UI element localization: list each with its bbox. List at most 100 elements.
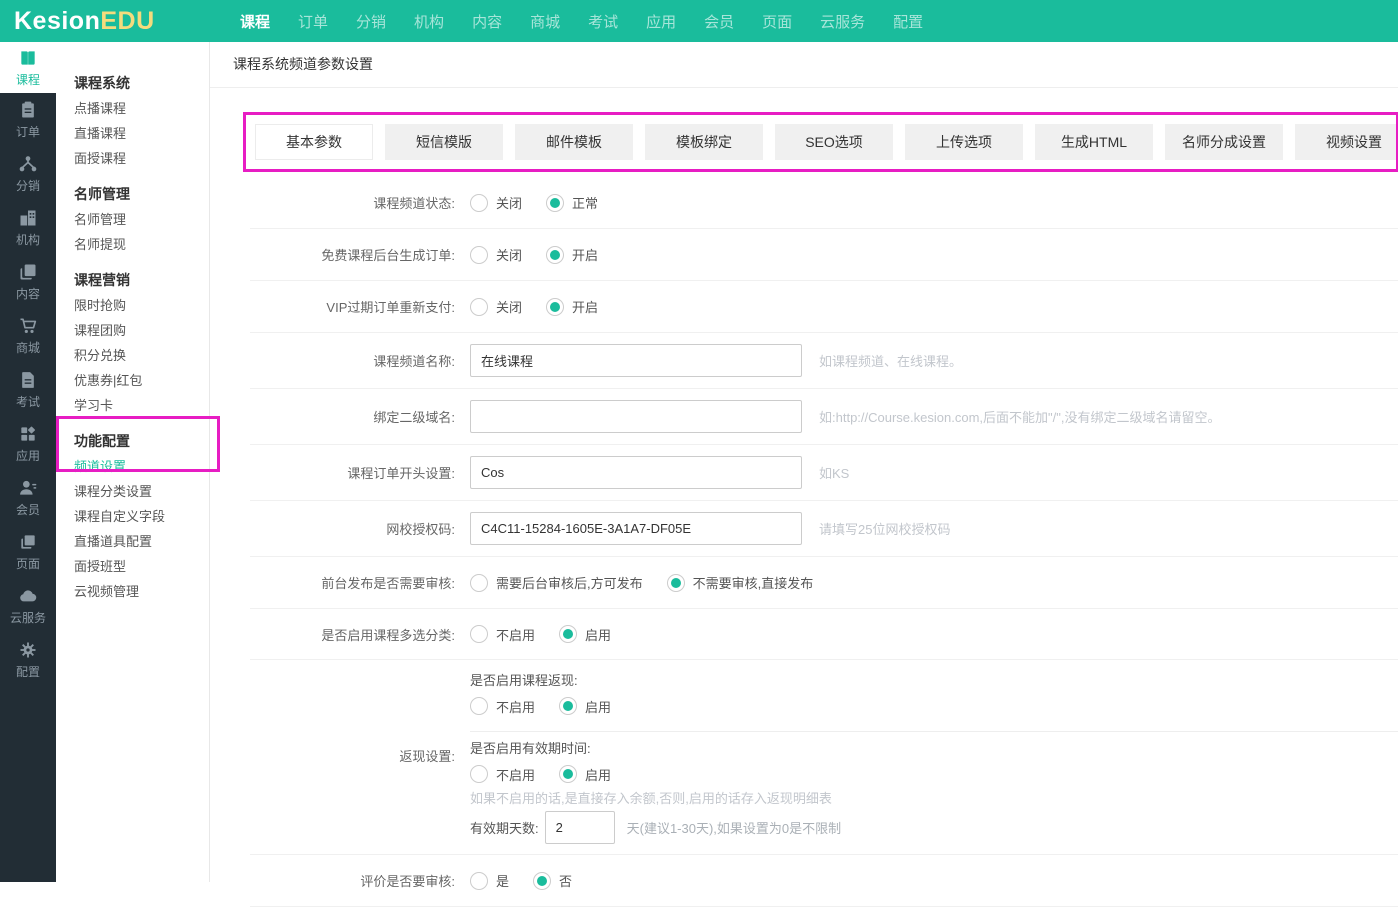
tab[interactable]: 基本参数 xyxy=(255,124,373,160)
radio-option[interactable]: 开启 xyxy=(546,245,598,264)
radio-icon[interactable] xyxy=(470,625,488,643)
sidebar-entry[interactable]: 课程团购 xyxy=(56,318,209,343)
rail-item-distribution[interactable]: 分销 xyxy=(0,147,56,201)
sidebar-entry[interactable]: 功能配置 xyxy=(56,429,209,454)
rail-item-exam[interactable]: 考试 xyxy=(0,363,56,417)
radio-option[interactable]: 不启用 xyxy=(470,765,535,784)
rail-item-pages[interactable]: 页面 xyxy=(0,525,56,579)
expiry-days-input[interactable] xyxy=(545,811,615,844)
radio-icon[interactable] xyxy=(559,765,577,783)
tab[interactable]: 邮件模板 xyxy=(515,124,633,160)
rail-item-content[interactable]: 内容 xyxy=(0,255,56,309)
radio-option[interactable]: 不启用 xyxy=(470,625,535,644)
sidebar-entry[interactable]: 学习卡 xyxy=(56,393,209,418)
sidebar-entry[interactable]: 课程营销 xyxy=(56,268,209,293)
subdomain-input[interactable] xyxy=(470,400,802,433)
radio-option[interactable]: 不需要审核,直接发布 xyxy=(667,573,814,592)
radio-icon[interactable] xyxy=(546,298,564,316)
radio-option[interactable]: 启用 xyxy=(559,625,611,644)
sidebar-entry[interactable]: 限时抢购 xyxy=(56,293,209,318)
field-label: 评价是否要审核: xyxy=(250,871,455,890)
radio-option[interactable]: 否 xyxy=(533,871,572,890)
top-menu-item[interactable]: 课程 xyxy=(240,11,270,32)
radio-icon[interactable] xyxy=(470,697,488,715)
radio-icon[interactable] xyxy=(559,625,577,643)
radio-option[interactable]: 关闭 xyxy=(470,297,522,316)
tab[interactable]: 模板绑定 xyxy=(645,124,763,160)
rail-item-label: 云服务 xyxy=(10,609,46,626)
sidebar-entry[interactable]: 直播课程 xyxy=(56,121,209,146)
radio-option[interactable]: 需要后台审核后,方可发布 xyxy=(470,573,643,592)
radio-option[interactable]: 开启 xyxy=(546,297,598,316)
radio-icon[interactable] xyxy=(470,574,488,592)
radio-option[interactable]: 启用 xyxy=(559,765,611,784)
sidebar-entry[interactable]: 频道设置 xyxy=(56,454,209,479)
order-prefix-input[interactable] xyxy=(470,456,802,489)
top-menu-item[interactable]: 云服务 xyxy=(820,11,865,32)
sidebar-entry[interactable]: 名师管理 xyxy=(56,207,209,232)
rail-item-orders[interactable]: 订单 xyxy=(0,93,56,147)
sidebar-entry[interactable]: 云视频管理 xyxy=(56,579,209,604)
rail-item-apps[interactable]: 应用 xyxy=(0,417,56,471)
tab[interactable]: 上传选项 xyxy=(905,124,1023,160)
radio-option[interactable]: 是 xyxy=(470,871,509,890)
channel-name-input[interactable] xyxy=(470,344,802,377)
tab[interactable]: 视频设置 xyxy=(1295,124,1398,160)
sidebar-entry[interactable]: 积分兑换 xyxy=(56,343,209,368)
radio-option[interactable]: 正常 xyxy=(546,193,598,212)
brand-logo[interactable]: KesionEDU xyxy=(14,0,155,42)
radio-icon[interactable] xyxy=(470,765,488,783)
top-menu-item[interactable]: 订单 xyxy=(298,11,328,32)
cloud-icon xyxy=(18,586,38,606)
radio-option[interactable]: 不启用 xyxy=(470,697,535,716)
tab[interactable]: 短信模版 xyxy=(385,124,503,160)
sidebar-entry[interactable]: 课程分类设置 xyxy=(56,479,209,504)
radio-icon[interactable] xyxy=(546,246,564,264)
top-menu-item[interactable]: 页面 xyxy=(762,11,792,32)
radio-icon[interactable] xyxy=(559,697,577,715)
radio-option[interactable]: 启用 xyxy=(559,697,611,716)
sidebar-entry[interactable]: 直播道具配置 xyxy=(56,529,209,554)
top-menu-item[interactable]: 机构 xyxy=(414,11,444,32)
top-menu-item[interactable]: 商城 xyxy=(530,11,560,32)
radio-icon[interactable] xyxy=(533,872,551,890)
sidebar-entry[interactable]: 课程自定义字段 xyxy=(56,504,209,529)
radio-icon[interactable] xyxy=(667,574,685,592)
publish-audit-radio-group: 需要后台审核后,方可发布 不需要审核,直接发布 xyxy=(455,573,1398,592)
top-menu-item[interactable]: 考试 xyxy=(588,11,618,32)
radio-icon[interactable] xyxy=(470,298,488,316)
rail-item-courses[interactable]: 课程 xyxy=(0,42,56,93)
review-audit-radio-group: 是否 xyxy=(455,871,1398,890)
rail-item-mall[interactable]: 商城 xyxy=(0,309,56,363)
radio-icon[interactable] xyxy=(470,194,488,212)
sidebar-entry[interactable]: 点播课程 xyxy=(56,96,209,121)
sidebar-entry[interactable]: 名师管理 xyxy=(56,182,209,207)
rail-item-member[interactable]: 会员 xyxy=(0,471,56,525)
sidebar-entry[interactable]: 名师提现 xyxy=(56,232,209,257)
expiry-days-label: 有效期天数: xyxy=(470,818,539,837)
top-menu-item[interactable]: 分销 xyxy=(356,11,386,32)
sidebar-entry[interactable]: 面授课程 xyxy=(56,146,209,171)
rail-item-config[interactable]: 配置 xyxy=(0,633,56,687)
tab[interactable]: 名师分成设置 xyxy=(1165,124,1283,160)
tab[interactable]: 生成HTML xyxy=(1035,124,1153,160)
sidebar-entry[interactable]: 课程系统 xyxy=(56,71,209,96)
tab[interactable]: SEO选项 xyxy=(775,124,893,160)
top-menu-item[interactable]: 会员 xyxy=(704,11,734,32)
cart-icon xyxy=(18,316,38,336)
rail-item-cloud[interactable]: 云服务 xyxy=(0,579,56,633)
license-code-input[interactable] xyxy=(470,512,802,545)
radio-option[interactable]: 关闭 xyxy=(470,193,522,212)
sidebar-entry[interactable]: 优惠券|红包 xyxy=(56,368,209,393)
radio-icon[interactable] xyxy=(546,194,564,212)
radio-icon[interactable] xyxy=(470,246,488,264)
radio-option[interactable]: 关闭 xyxy=(470,245,522,264)
rail-item-institution[interactable]: 机构 xyxy=(0,201,56,255)
rail-item-label: 机构 xyxy=(16,231,40,248)
top-menu-item[interactable]: 配置 xyxy=(893,11,923,32)
rail-item-label: 内容 xyxy=(16,285,40,302)
top-menu-item[interactable]: 应用 xyxy=(646,11,676,32)
radio-icon[interactable] xyxy=(470,872,488,890)
sidebar-entry[interactable]: 面授班型 xyxy=(56,554,209,579)
top-menu-item[interactable]: 内容 xyxy=(472,11,502,32)
